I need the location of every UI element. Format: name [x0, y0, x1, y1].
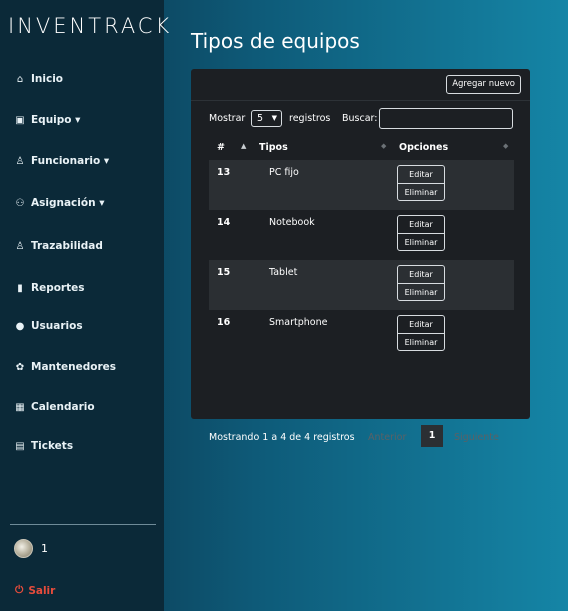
row-actions: Editar Eliminar	[397, 215, 445, 251]
sidebar-item-label: Equipo ▾	[31, 114, 81, 126]
table-info: Mostrando 1 a 4 de 4 registros	[209, 432, 355, 443]
row-number: 16	[217, 317, 231, 328]
sidebar-item-funcionario[interactable]: ♙ Funcionario ▾	[14, 155, 110, 167]
row-type: Notebook	[269, 217, 315, 228]
sidebar-item-equipo[interactable]: ▣ Equipo ▾	[14, 114, 80, 126]
table-header: # ▲ Tipos ◆ Opciones ◆	[209, 138, 514, 160]
delete-button[interactable]: Eliminar	[398, 333, 444, 350]
sidebar-item-label: Inicio	[31, 73, 64, 85]
sort-asc-icon[interactable]: ▲	[241, 142, 246, 150]
logout-label: Salir	[28, 584, 56, 597]
sidebar-item-label: Trazabilidad	[31, 240, 103, 252]
delete-button[interactable]: Eliminar	[398, 283, 444, 300]
chevron-down-icon: ▼	[271, 114, 277, 122]
table-row: 16 Smartphone Editar Eliminar	[209, 310, 514, 360]
delete-button[interactable]: Eliminar	[398, 183, 444, 200]
home-icon: ⌂	[16, 73, 24, 85]
edit-button[interactable]: Editar	[398, 166, 444, 183]
edit-button[interactable]: Editar	[398, 216, 444, 233]
page-size-select[interactable]: 5 ▼	[251, 110, 282, 127]
power-icon: ⏻	[15, 584, 24, 596]
pagination-next[interactable]: Siguiente	[454, 432, 499, 443]
pagination-previous[interactable]: Anterior	[368, 432, 406, 443]
row-actions: Editar Eliminar	[397, 165, 445, 201]
sidebar: INVENTRACK ⌂ Inicio ▣ Equipo ▾ ♙ Funcion…	[0, 0, 169, 611]
sidebar-item-reportes[interactable]: ▮ Reportes	[14, 282, 85, 294]
page-title: Tipos de equipos	[191, 29, 360, 53]
logout-button[interactable]: ⏻ Salir	[15, 584, 55, 597]
sidebar-item-calendario[interactable]: ▦ Calendario	[14, 401, 95, 413]
search-label: Buscar:	[342, 113, 378, 124]
settings-icon: ✿	[15, 361, 25, 373]
column-header-opciones[interactable]: Opciones	[399, 142, 448, 153]
add-new-button[interactable]: Agregar nuevo	[446, 75, 521, 94]
records-label: registros	[289, 113, 331, 124]
edit-button[interactable]: Editar	[398, 316, 444, 333]
sort-icon[interactable]: ◆	[503, 142, 508, 150]
user-name: 1	[41, 542, 48, 555]
sidebar-item-label: Usuarios	[31, 320, 83, 332]
column-header-number[interactable]: #	[217, 142, 225, 153]
pagination-page[interactable]: 1	[421, 425, 443, 447]
brand-logo: INVENTRACK	[8, 14, 173, 38]
row-actions: Editar Eliminar	[397, 265, 445, 301]
calendar-icon: ▦	[15, 401, 25, 413]
table-controls: Mostrar 5 ▼ registros Buscar:	[209, 108, 514, 130]
ticket-icon: ▤	[15, 440, 25, 452]
avatar[interactable]	[14, 539, 33, 558]
sidebar-item-label: Asignación ▾	[31, 197, 105, 209]
sidebar-item-inicio[interactable]: ⌂ Inicio	[14, 73, 63, 85]
card-header: Agregar nuevo	[191, 69, 530, 101]
equipment-types-card: Agregar nuevo Mostrar 5 ▼ registros Busc…	[191, 69, 530, 447]
sort-icon[interactable]: ◆	[381, 142, 386, 150]
row-number: 15	[217, 267, 231, 278]
row-actions: Editar Eliminar	[397, 315, 445, 351]
row-type: Tablet	[269, 267, 298, 278]
report-icon: ▮	[17, 282, 23, 294]
sidebar-item-label: Calendario	[31, 401, 95, 413]
table-row: 15 Tablet Editar Eliminar	[209, 260, 514, 310]
search-input[interactable]	[379, 108, 513, 129]
sidebar-item-label: Reportes	[31, 282, 85, 294]
sidebar-divider	[10, 524, 156, 525]
edit-button[interactable]: Editar	[398, 266, 444, 283]
page-size-value: 5	[257, 113, 264, 124]
sidebar-item-tickets[interactable]: ▤ Tickets	[14, 440, 73, 452]
delete-button[interactable]: Eliminar	[398, 233, 444, 250]
user-profile[interactable]: 1	[14, 539, 48, 558]
table-row: 14 Notebook Editar Eliminar	[209, 210, 514, 260]
show-label: Mostrar	[209, 113, 246, 124]
trace-icon: ♙	[15, 240, 25, 252]
equipment-types-table: # ▲ Tipos ◆ Opciones ◆ 13 PC fijo Editar…	[209, 138, 514, 421]
row-number: 13	[217, 167, 231, 178]
sidebar-item-usuarios[interactable]: ● Usuarios	[14, 320, 83, 332]
user-icon: ♙	[15, 155, 25, 167]
sidebar-item-label: Tickets	[31, 440, 74, 452]
sidebar-item-trazabilidad[interactable]: ♙ Trazabilidad	[14, 240, 103, 252]
sidebar-item-asignacion[interactable]: ⚇ Asignación ▾	[14, 197, 105, 209]
users-icon: ⚇	[15, 197, 25, 209]
sidebar-item-mantenedores[interactable]: ✿ Mantenedores	[14, 361, 116, 373]
row-type: PC fijo	[269, 167, 299, 178]
column-header-tipos[interactable]: Tipos	[259, 142, 288, 153]
equipment-icon: ▣	[15, 114, 25, 126]
sidebar-item-label: Funcionario ▾	[31, 155, 110, 167]
sidebar-item-label: Mantenedores	[31, 361, 117, 373]
row-number: 14	[217, 217, 231, 228]
user-solid-icon: ●	[15, 320, 25, 332]
row-type: Smartphone	[269, 317, 328, 328]
table-row: 13 PC fijo Editar Eliminar	[209, 160, 514, 210]
